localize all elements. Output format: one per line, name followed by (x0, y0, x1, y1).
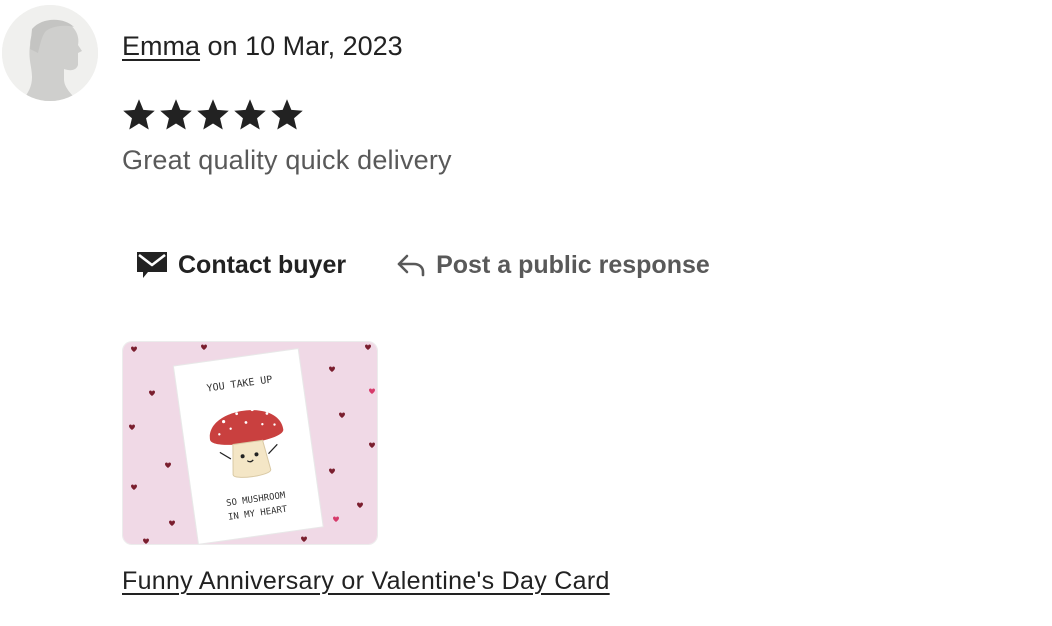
product-title-link[interactable]: Funny Anniversary or Valentine's Day Car… (122, 567, 610, 596)
product-thumbnail[interactable]: YOU TAKE UP SO MUSHROOM IN MY HEART (122, 341, 378, 545)
review-date: on 10 Mar, 2023 (207, 31, 403, 61)
review-text: Great quality quick delivery (122, 145, 452, 175)
contact-buyer-button[interactable]: Contact buyer (136, 250, 346, 280)
reviewer-avatar (2, 5, 98, 101)
star-icon (234, 99, 266, 130)
star-icon (271, 99, 303, 130)
post-public-response-button[interactable]: Post a public response (396, 251, 710, 280)
reply-arrow-icon (396, 252, 426, 278)
post-public-response-label: Post a public response (436, 250, 710, 279)
review-actions: Contact buyer Post a public response (136, 250, 710, 280)
star-rating (121, 97, 305, 133)
default-avatar-icon (2, 5, 98, 101)
star-icon (197, 99, 229, 130)
greeting-card: YOU TAKE UP SO MUSHROOM IN MY HEART (172, 347, 324, 544)
review-meta: Emma on 10 Mar, 2023 (122, 31, 403, 62)
envelope-icon (136, 250, 168, 280)
star-icon (123, 99, 155, 130)
contact-buyer-label: Contact buyer (178, 250, 347, 279)
star-icon (160, 99, 192, 130)
reviewer-name-link[interactable]: Emma (122, 31, 200, 61)
